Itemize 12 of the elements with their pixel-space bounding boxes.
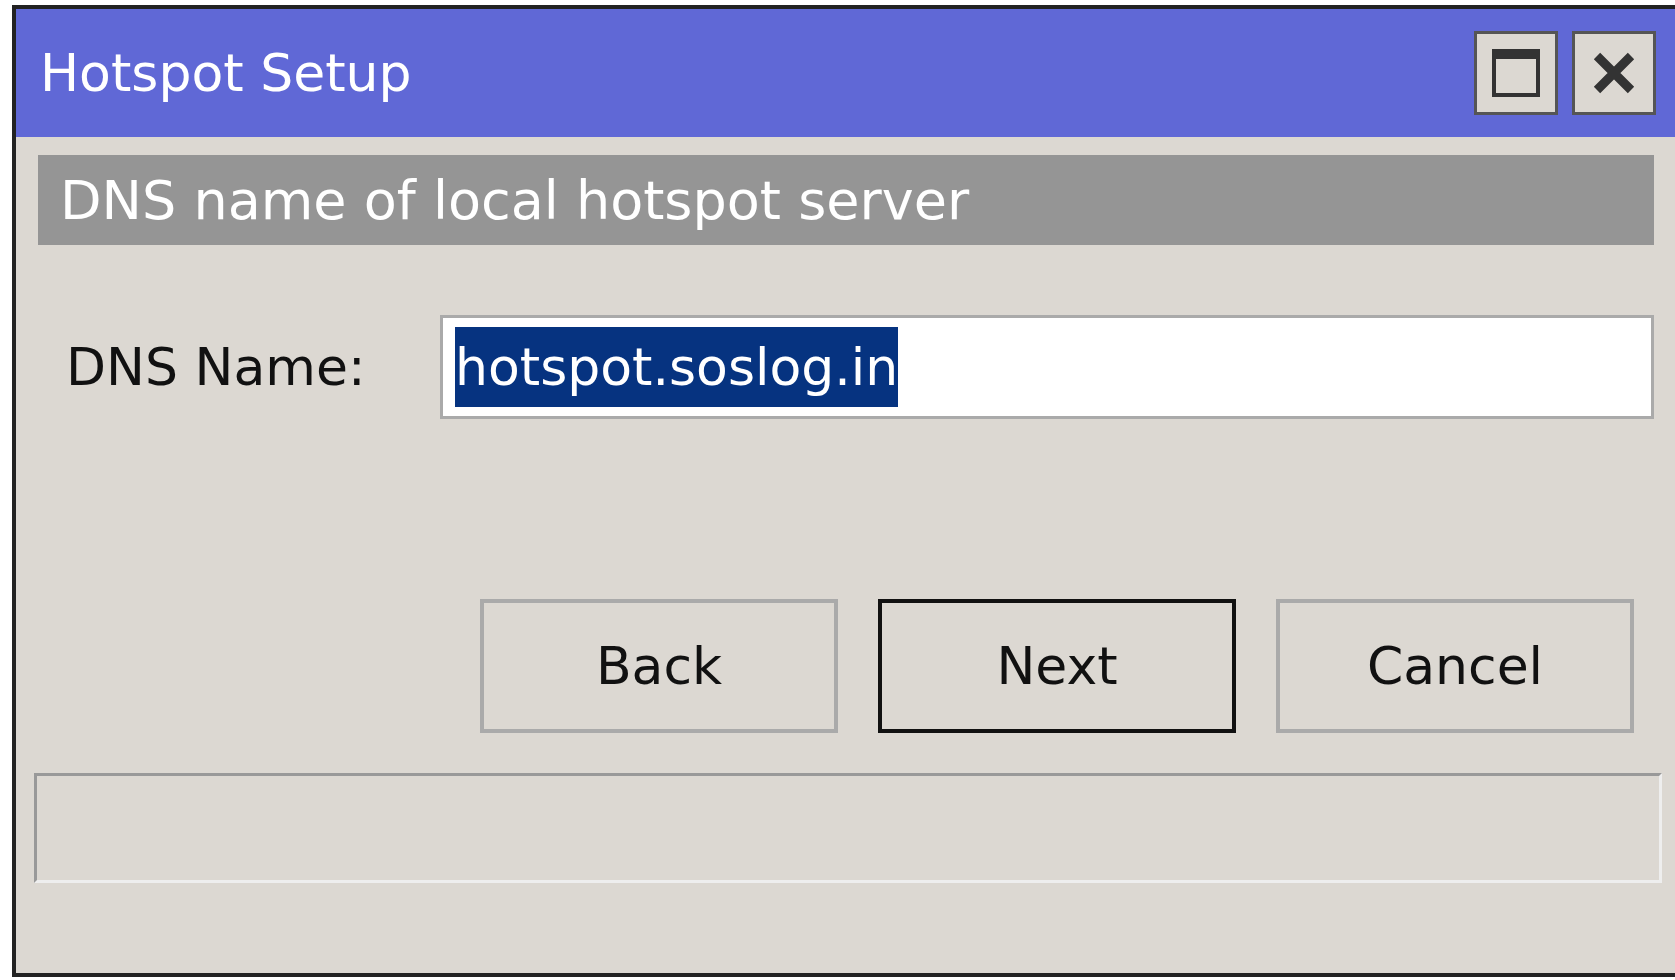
dialog-button[interactable]: Cancel — [1276, 599, 1634, 733]
dialog-button[interactable]: Next — [878, 599, 1236, 733]
dns-name-field[interactable]: hotspot.soslog.in — [440, 315, 1654, 419]
close-icon — [1593, 52, 1635, 94]
field-label: DNS Name: — [66, 337, 367, 397]
window-title: Hotspot Setup — [40, 43, 412, 103]
field-value: hotspot.soslog.in — [455, 327, 899, 407]
maximize-button[interactable] — [1474, 31, 1558, 115]
section-header: DNS name of local hotspot server — [60, 168, 970, 232]
dialog-button[interactable]: Back — [480, 599, 838, 733]
close-button[interactable] — [1572, 31, 1656, 115]
maximize-icon — [1491, 48, 1541, 98]
